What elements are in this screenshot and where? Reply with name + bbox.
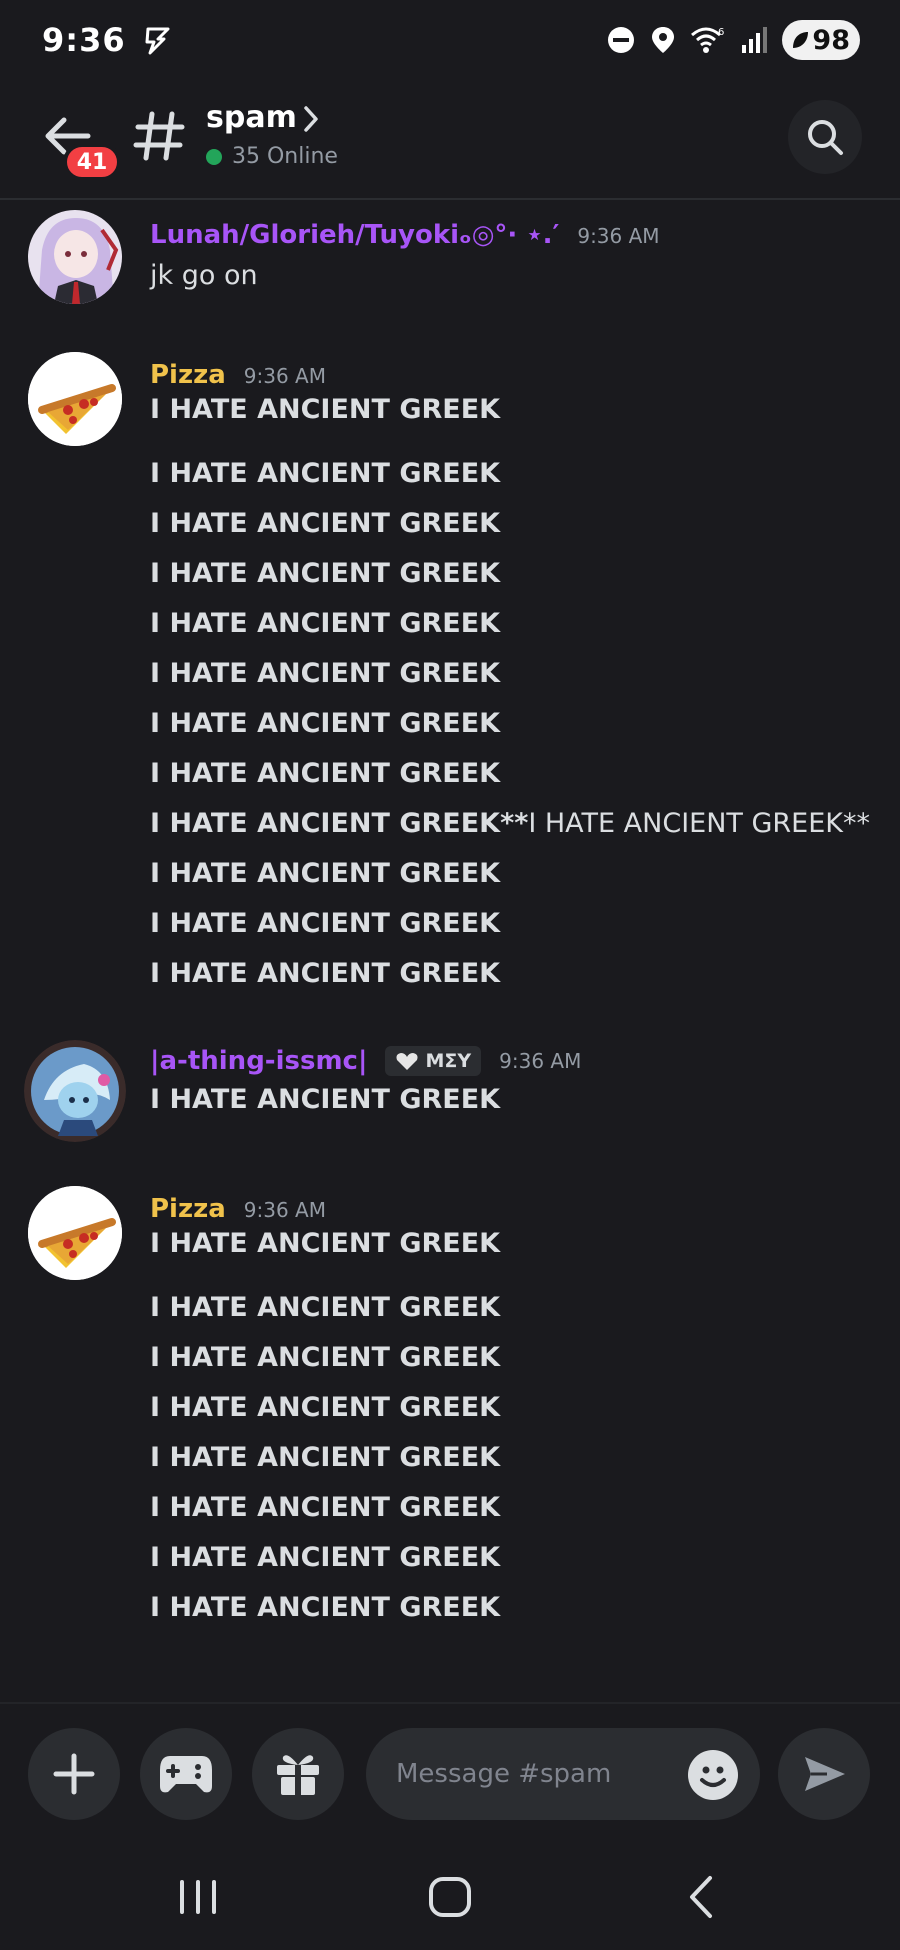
message-text: I HATE ANCIENT GREEK	[150, 1592, 501, 1623]
message-text: I HATE ANCIENT GREEK	[150, 708, 501, 739]
location-icon	[652, 27, 675, 53]
recent-apps-button[interactable]	[168, 1872, 228, 1922]
chevron-right-icon[interactable]	[300, 104, 322, 134]
activities-button[interactable]	[140, 1728, 232, 1820]
status-left: 9:36	[42, 21, 174, 59]
username[interactable]: Pizza	[150, 360, 226, 390]
role-tag-label: MΣY	[425, 1050, 472, 1072]
battery-level: 98	[812, 24, 850, 56]
send-icon	[805, 1757, 845, 1791]
message-text: I HATE ANCIENT GREEK	[150, 1292, 501, 1323]
emoji-button[interactable]	[688, 1750, 738, 1800]
role-tag[interactable]: MΣY	[385, 1046, 482, 1076]
message-header: Pizza 9:36 AM	[150, 1194, 326, 1224]
online-status: 35 Online	[206, 144, 338, 169]
timestamp: 9:36 AM	[243, 1198, 326, 1222]
timestamp: 9:36 AM	[577, 224, 660, 248]
recent-apps-icon	[180, 1880, 216, 1914]
message-text: I HATE ANCIENT GREEK	[150, 458, 501, 489]
message-text: I HATE ANCIENT GREEK	[150, 1542, 501, 1573]
message-text: I HATE ANCIENT GREEK	[150, 858, 501, 889]
lightning-icon	[145, 27, 170, 55]
channel-header: 41 spam 35 Online	[0, 88, 900, 200]
message-input[interactable]: Message #spam	[366, 1728, 760, 1820]
message-text: I HATE ANCIENT GREEK	[150, 508, 501, 539]
message-text-bold-part: I HATE ANCIENT GREEK**	[150, 808, 529, 839]
battery-indicator: 98	[782, 20, 860, 60]
message-text: I HATE ANCIENT GREEK	[150, 1442, 501, 1473]
message-header: Lunah/Glorieh/Tuyokiₒ◎°· ⋆.′ 9:36 AM	[150, 220, 660, 250]
message-header: |a-thing-issmc| MΣY 9:36 AM	[150, 1046, 581, 1076]
message-text: I HATE ANCIENT GREEK	[150, 1492, 501, 1523]
message-text: I HATE ANCIENT GREEK	[150, 608, 501, 639]
pizza-icon	[28, 1186, 122, 1280]
online-count: 35 Online	[232, 144, 338, 169]
message-text-mixed: I HATE ANCIENT GREEK**I HATE ANCIENT GRE…	[150, 808, 870, 839]
username[interactable]: Pizza	[150, 1194, 226, 1224]
wifi-icon: 6	[691, 27, 725, 53]
message-input-placeholder: Message #spam	[396, 1759, 612, 1789]
message-text-normal-part: I HATE ANCIENT GREEK**	[528, 808, 871, 839]
avatar[interactable]	[24, 1040, 126, 1142]
timestamp: 9:36 AM	[243, 364, 326, 388]
status-time: 9:36	[42, 21, 126, 59]
home-button[interactable]	[420, 1872, 480, 1922]
message-list[interactable]: Lunah/Glorieh/Tuyokiₒ◎°· ⋆.′ 9:36 AM jk …	[0, 202, 900, 1702]
gamepad-icon	[160, 1756, 212, 1793]
leaf-icon	[793, 32, 809, 48]
home-icon	[429, 1877, 471, 1917]
anime-avatar-icon	[28, 210, 122, 304]
message-text: I HATE ANCIENT GREEK	[150, 1228, 501, 1259]
hash-icon	[133, 111, 185, 161]
message-text: I HATE ANCIENT GREEK	[150, 1084, 501, 1115]
system-nav-bar	[0, 1842, 900, 1950]
heart-icon	[396, 1053, 418, 1070]
channel-name[interactable]: spam	[206, 100, 297, 135]
unread-badge: 41	[63, 143, 121, 181]
send-button[interactable]	[778, 1728, 870, 1820]
character-avatar-icon	[24, 1040, 126, 1142]
message-header: Pizza 9:36 AM	[150, 360, 326, 390]
message-text: I HATE ANCIENT GREEK	[150, 958, 501, 989]
message-text: jk go on	[150, 260, 258, 291]
message-text: I HATE ANCIENT GREEK	[150, 758, 501, 789]
plus-icon	[53, 1753, 95, 1795]
pizza-icon	[28, 352, 122, 446]
message-text: I HATE ANCIENT GREEK	[150, 558, 501, 589]
status-bar: 9:36 6 98	[0, 0, 900, 80]
chevron-left-icon	[690, 1876, 712, 1918]
system-back-button[interactable]	[672, 1872, 732, 1922]
gift-icon	[277, 1755, 319, 1795]
message-text: I HATE ANCIENT GREEK	[150, 394, 501, 425]
message-text: I HATE ANCIENT GREEK	[150, 908, 501, 939]
emoji-icon	[700, 1766, 726, 1787]
username[interactable]: Lunah/Glorieh/Tuyokiₒ◎°· ⋆.′	[150, 220, 559, 250]
timestamp: 9:36 AM	[499, 1049, 582, 1073]
message-text: I HATE ANCIENT GREEK	[150, 658, 501, 689]
avatar[interactable]	[28, 352, 122, 446]
message-composer: Message #spam	[0, 1702, 900, 1842]
do-not-disturb-icon	[608, 27, 635, 53]
signal-icon	[742, 27, 768, 53]
avatar[interactable]	[28, 1186, 122, 1280]
online-dot	[206, 148, 222, 165]
add-attachment-button[interactable]	[28, 1728, 120, 1820]
gift-button[interactable]	[252, 1728, 344, 1820]
svg-text:6: 6	[718, 27, 724, 38]
message-text: I HATE ANCIENT GREEK	[150, 1392, 501, 1423]
message-text: I HATE ANCIENT GREEK	[150, 1342, 501, 1373]
search-icon	[808, 120, 843, 155]
avatar[interactable]	[28, 210, 122, 304]
search-button[interactable]	[788, 100, 862, 174]
username[interactable]: |a-thing-issmc|	[150, 1046, 367, 1076]
status-right: 6 98	[606, 20, 860, 60]
